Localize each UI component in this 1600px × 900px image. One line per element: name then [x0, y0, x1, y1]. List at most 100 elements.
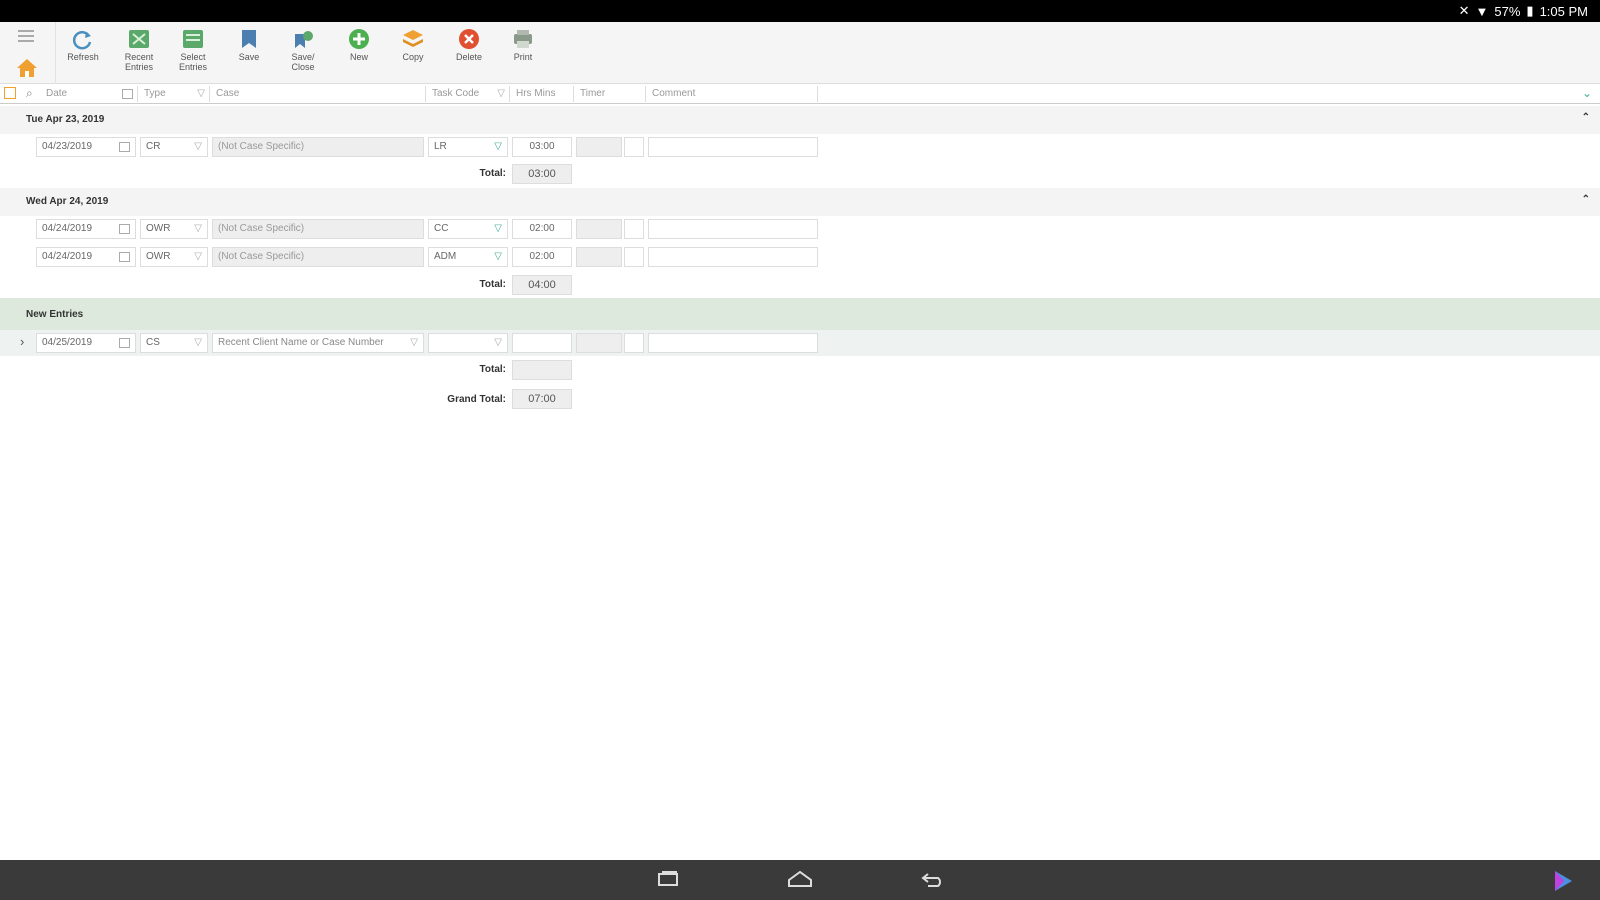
entry-comment-field[interactable] — [648, 247, 818, 267]
dropdown-icon: ▽ — [194, 337, 202, 348]
entry-case-field[interactable]: (Not Case Specific) — [212, 247, 424, 267]
filter-case[interactable]: Case — [212, 86, 426, 102]
toolbar-left — [0, 22, 56, 84]
day-group-header[interactable]: Tue Apr 23, 2019 ⌃ — [0, 106, 1600, 134]
timer-clock-icon[interactable] — [624, 219, 644, 239]
day-group-header[interactable]: Wed Apr 24, 2019 ⌃ — [0, 188, 1600, 216]
entry-timer-field[interactable] — [576, 137, 622, 157]
new-button[interactable]: New — [332, 28, 386, 82]
select-entries-button[interactable]: Select Entries — [166, 28, 220, 82]
day-total-label: Total: — [479, 168, 506, 179]
entry-timer-field[interactable] — [576, 219, 622, 239]
entry-task-code-select[interactable]: ▽ — [428, 333, 508, 353]
search-icon: ⌕ — [26, 86, 33, 100]
add-icon — [349, 29, 369, 49]
entry-row[interactable]: 04/24/2019 OWR ▽ (Not Case Specific) ADM… — [0, 244, 1600, 268]
new-entries-title: New Entries — [26, 309, 84, 320]
dropdown-icon: ▽ — [494, 251, 502, 262]
print-button[interactable]: Print — [496, 28, 550, 82]
calendar-icon[interactable] — [119, 338, 130, 348]
filter-timer[interactable]: Timer — [576, 86, 646, 102]
entry-task-code-select[interactable]: CC ▽ — [428, 219, 508, 239]
entry-date-field[interactable]: 04/23/2019 — [36, 137, 136, 157]
system-nav-bar — [0, 860, 1600, 900]
recent-entries-label: Recent Entries — [124, 52, 154, 72]
copy-label: Copy — [402, 52, 424, 62]
filter-task-code[interactable]: Task Code ▽ — [428, 86, 510, 102]
toolbar: Refresh Recent Entries Select Entries Sa… — [0, 22, 1600, 84]
filter-hrs-mins[interactable]: Hrs Mins — [512, 86, 574, 102]
delete-button[interactable]: Delete — [442, 28, 496, 82]
entry-date-field[interactable]: 04/24/2019 — [36, 247, 136, 267]
save-button[interactable]: Save — [222, 28, 276, 82]
entry-type-select[interactable]: OWR ▽ — [140, 247, 208, 267]
wifi-icon: ▼ — [1475, 3, 1489, 19]
back-icon[interactable] — [920, 870, 946, 891]
filter-funnel-icon: ▽ — [497, 88, 505, 99]
dropdown-icon: ▽ — [494, 337, 502, 348]
entry-comment-field[interactable] — [648, 333, 818, 353]
grand-total-value: 07:00 — [512, 389, 572, 409]
day-total-value: 03:00 — [512, 164, 572, 184]
recent-entries-button[interactable]: Recent Entries — [112, 28, 166, 82]
filter-funnel-icon: ▽ — [197, 88, 205, 99]
entry-date-field[interactable]: 04/24/2019 — [36, 219, 136, 239]
home-nav-icon[interactable] — [786, 870, 814, 891]
entry-task-code-select[interactable]: ADM ▽ — [428, 247, 508, 267]
menu-icon[interactable] — [18, 30, 36, 47]
entry-timer-field[interactable] — [576, 247, 622, 267]
filter-clear-icon[interactable] — [4, 87, 16, 99]
entry-row[interactable]: 04/24/2019 OWR ▽ (Not Case Specific) CC … — [0, 216, 1600, 240]
refresh-label: Refresh — [67, 52, 99, 62]
grand-total-label: Grand Total: — [447, 394, 506, 405]
entry-row[interactable]: 04/23/2019 CR ▽ (Not Case Specific) LR ▽… — [0, 134, 1600, 158]
entry-type-select[interactable]: CS ▽ — [140, 333, 208, 353]
entry-task-code-select[interactable]: LR ▽ — [428, 137, 508, 157]
entry-date-field[interactable]: 04/25/2019 — [36, 333, 136, 353]
chevron-up-icon[interactable]: ⌃ — [1582, 194, 1590, 205]
entry-hrs-field[interactable]: 03:00 — [512, 137, 572, 157]
calendar-icon[interactable] — [119, 252, 130, 262]
entry-comment-field[interactable] — [648, 137, 818, 157]
chevron-up-icon[interactable]: ⌃ — [1582, 112, 1590, 123]
copy-icon — [403, 30, 423, 47]
recent-entries-icon — [129, 30, 149, 48]
home-icon[interactable] — [16, 58, 38, 81]
filter-type[interactable]: Type ▽ — [140, 86, 210, 102]
chevron-right-icon[interactable]: › — [20, 334, 24, 349]
play-store-icon[interactable] — [1552, 870, 1574, 895]
day-total-value: 04:00 — [512, 275, 572, 295]
dropdown-icon: ▽ — [494, 141, 502, 152]
new-entry-row[interactable]: › 04/25/2019 CS ▽ Recent Client Name or … — [0, 330, 1600, 356]
delete-label: Delete — [455, 52, 482, 62]
calendar-icon[interactable] — [119, 142, 130, 152]
dropdown-icon: ▽ — [494, 223, 502, 234]
entry-type-select[interactable]: OWR ▽ — [140, 219, 208, 239]
entry-hrs-field[interactable]: 02:00 — [512, 247, 572, 267]
timer-clock-icon[interactable] — [624, 247, 644, 267]
entry-comment-field[interactable] — [648, 219, 818, 239]
copy-button[interactable]: Copy — [386, 28, 440, 82]
entry-hrs-field[interactable]: 02:00 — [512, 219, 572, 239]
calendar-icon — [122, 89, 133, 99]
dropdown-icon: ▽ — [194, 251, 202, 262]
entry-hrs-field[interactable] — [512, 333, 572, 353]
recent-apps-icon[interactable] — [656, 870, 680, 891]
entry-case-field[interactable]: (Not Case Specific) — [212, 219, 424, 239]
entry-case-field[interactable]: (Not Case Specific) — [212, 137, 424, 157]
entry-type-select[interactable]: CR ▽ — [140, 137, 208, 157]
calendar-icon[interactable] — [119, 224, 130, 234]
filter-date[interactable]: Date — [42, 86, 138, 102]
timer-clock-icon[interactable] — [624, 333, 644, 353]
timer-clock-icon[interactable] — [624, 137, 644, 157]
new-label: New — [349, 52, 368, 62]
refresh-icon — [72, 31, 92, 50]
filter-comment[interactable]: Comment — [648, 86, 818, 102]
refresh-button[interactable]: Refresh — [56, 28, 110, 82]
day-title: Wed Apr 24, 2019 — [26, 196, 109, 207]
save-close-button[interactable]: Save/ Close — [276, 28, 330, 82]
entry-case-search[interactable]: Recent Client Name or Case Number ▽ — [212, 333, 424, 353]
expand-filters-icon[interactable]: ⌄ — [1582, 86, 1592, 100]
entry-timer-field[interactable] — [576, 333, 622, 353]
mute-icon: ✕ — [1458, 3, 1470, 18]
